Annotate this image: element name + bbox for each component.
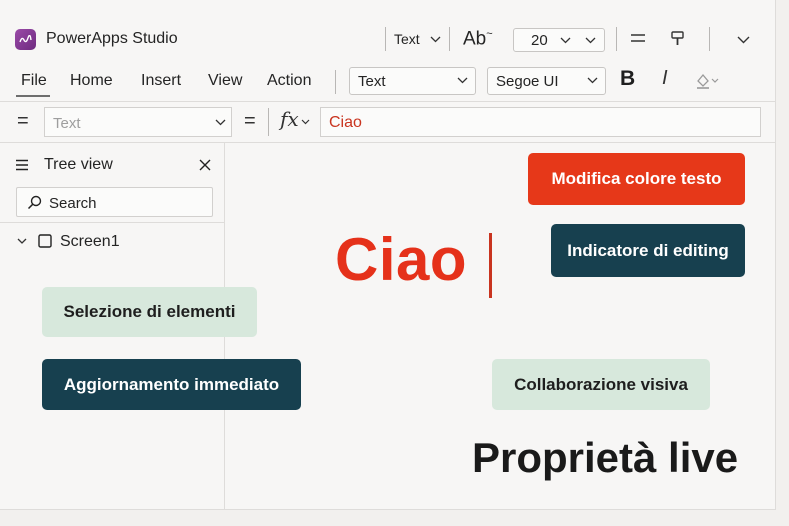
formula-separator (268, 108, 269, 136)
chevron-down-icon[interactable] (585, 37, 596, 44)
chevron-down-icon[interactable] (430, 36, 441, 43)
control-type-selector[interactable]: Text (394, 31, 420, 47)
font-family-value: Segoe UI (496, 73, 559, 90)
chevron-down-icon[interactable] (560, 37, 571, 44)
editing-caret (489, 233, 492, 298)
callout-indicatore-editing: Indicatore di editing (551, 224, 745, 277)
menu-separator (335, 70, 336, 94)
ab-label: Ab (463, 28, 487, 50)
property-dropdown[interactable]: Text (44, 107, 232, 137)
tree-search-input[interactable]: Search (16, 187, 213, 217)
callout-collaborazione-visiva: Collaborazione visiva (492, 359, 710, 410)
italic-button[interactable]: I (662, 67, 668, 90)
chevron-down-icon[interactable] (17, 238, 27, 245)
align-icon[interactable] (630, 33, 646, 43)
equals-icon: = (244, 110, 256, 132)
proprieta-live-heading: Proprietà live (472, 434, 739, 481)
callout-selezione-elementi: Selezione di elementi (42, 287, 257, 337)
font-size-value: 20 (531, 32, 548, 49)
control-dropdown-value: Text (358, 73, 386, 90)
callout-aggiornamento-immediato: Aggiornamento immediato (42, 359, 301, 410)
tree-item-screen1[interactable]: Screen1 (60, 233, 120, 251)
menu-file[interactable]: File (21, 72, 47, 90)
menu-action[interactable]: Action (267, 72, 311, 90)
powerapps-logo-icon (15, 29, 36, 50)
text-format-button[interactable]: Ab~ (463, 28, 493, 50)
font-size-stepper[interactable]: 20 (513, 28, 605, 52)
formula-value: Ciao (329, 114, 362, 131)
search-placeholder: Search (49, 195, 97, 212)
menu-view[interactable]: View (208, 72, 242, 90)
title-bar: PowerApps Studio Text Ab~ 20 (0, 0, 775, 58)
menu-home[interactable]: Home (70, 72, 113, 90)
chevron-down-icon (457, 77, 468, 84)
active-menu-indicator (16, 95, 50, 97)
hamburger-icon[interactable] (15, 159, 29, 171)
fx-button[interactable]: fx (280, 107, 299, 131)
divider (0, 222, 225, 223)
toolbar-separator (449, 27, 450, 51)
font-family-dropdown[interactable]: Segoe UI (487, 67, 606, 95)
close-icon[interactable] (199, 159, 211, 171)
menu-insert[interactable]: Insert (141, 72, 181, 90)
formula-input[interactable]: Ciao (320, 107, 761, 137)
chevron-down-icon (587, 77, 598, 84)
superscript-icon: ~ (486, 28, 493, 40)
equals-icon: = (17, 110, 29, 132)
app-title: PowerApps Studio (46, 30, 178, 47)
app-window: PowerApps Studio Text Ab~ 20 File Home I… (0, 0, 776, 510)
format-painter-icon[interactable] (670, 30, 686, 48)
toolbar-separator (709, 27, 710, 51)
search-icon (27, 195, 42, 210)
chevron-down-icon[interactable] (737, 36, 750, 44)
chevron-down-icon[interactable] (301, 119, 310, 125)
chevron-down-icon (215, 119, 226, 126)
callout-modifica-colore: Modifica colore testo (528, 153, 745, 205)
toolbar-separator (385, 27, 386, 51)
toolbar-separator (616, 27, 617, 51)
screen-icon (38, 234, 52, 248)
control-dropdown[interactable]: Text (349, 67, 476, 95)
canvas-text-label[interactable]: Ciao (335, 225, 467, 294)
property-value: Text (53, 115, 81, 132)
divider (0, 101, 775, 102)
tree-view-title: Tree view (44, 156, 113, 173)
fill-color-icon[interactable] (695, 72, 721, 90)
fx-icon: fx (280, 107, 299, 131)
bold-button[interactable]: B (620, 67, 635, 91)
